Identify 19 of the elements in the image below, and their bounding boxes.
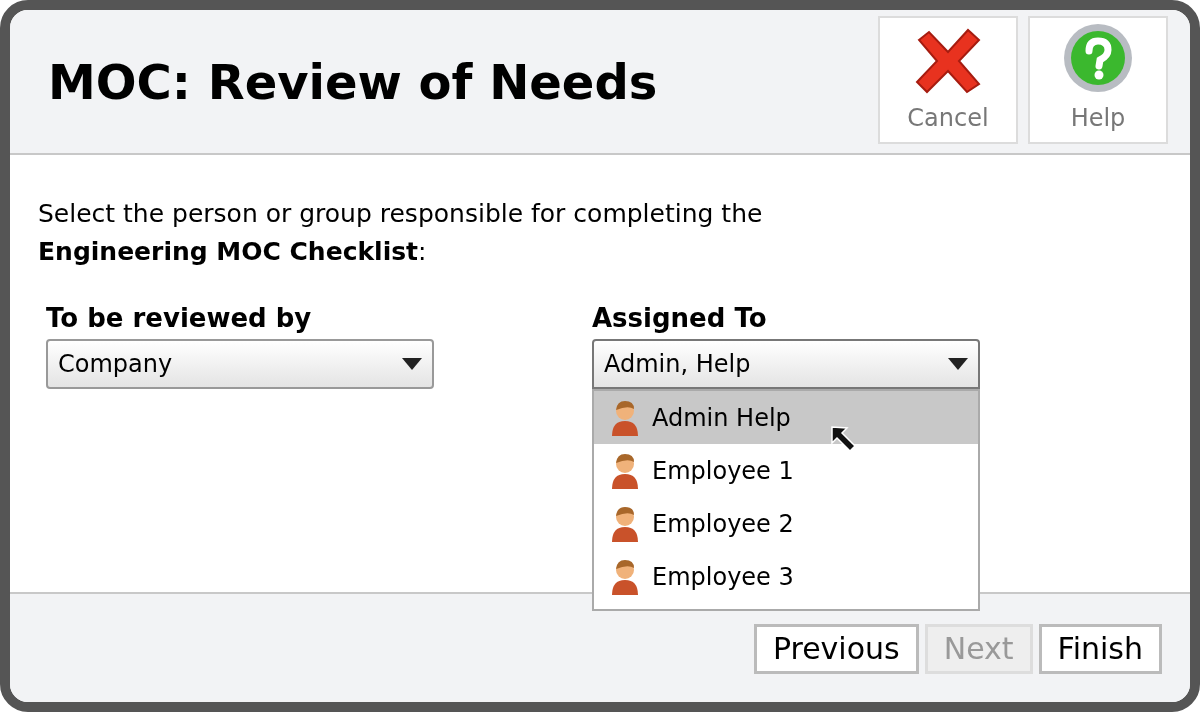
person-icon [610, 451, 640, 490]
person-icon [610, 398, 640, 437]
dropdown-field[interactable]: Admin, Help [592, 339, 980, 389]
field-label: To be reviewed by [46, 302, 313, 335]
field-label: Assigned To [592, 302, 768, 335]
help-button[interactable]: Help [1028, 16, 1168, 144]
footer-button[interactable]: Finish [1038, 624, 1162, 674]
person-icon [610, 504, 640, 543]
caret-icon [948, 358, 968, 370]
caret-icon [402, 358, 422, 370]
footer-button[interactable]: Previous [753, 624, 919, 674]
close-icon [913, 28, 983, 94]
dialog-title: MOC: Review of Needs [48, 58, 658, 106]
help-icon [1062, 22, 1134, 94]
cancel-button[interactable]: Cancel [878, 16, 1018, 144]
instruction-text: Select the person or group responsible for completing the Engineering MOC Checklist: [38, 198, 764, 268]
person-icon [610, 557, 640, 596]
dropdown-option[interactable]: Admin Help [594, 391, 978, 444]
dropdown-field[interactable]: Company [46, 339, 434, 389]
